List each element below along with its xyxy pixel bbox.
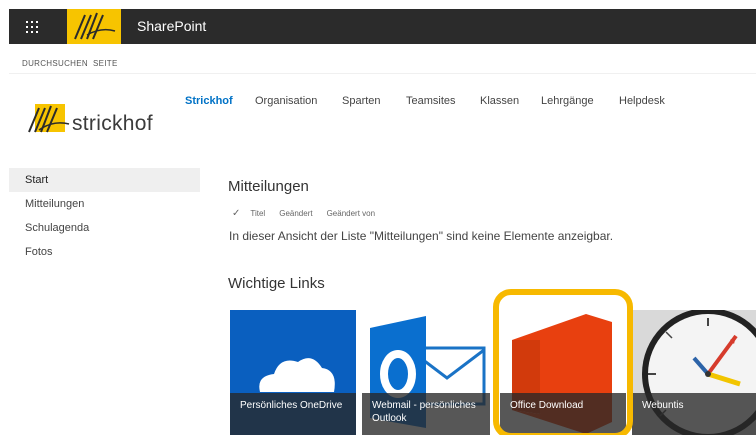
topnav-lehrgaenge[interactable]: Lehrgänge	[541, 95, 594, 107]
topnav-teamsites[interactable]: Teamsites	[406, 95, 456, 107]
list-header: ✓ Titel Geändert Geändert von	[232, 208, 389, 219]
topnav-organisation[interactable]: Organisation	[255, 95, 317, 107]
tile-webuntis[interactable]: Webuntis	[632, 310, 756, 435]
site-logo[interactable]: strickhof	[25, 98, 170, 138]
leftnav-start[interactable]: Start	[9, 168, 200, 192]
leftnav-schulagenda[interactable]: Schulagenda	[9, 216, 200, 240]
leftnav-fotos[interactable]: Fotos	[9, 240, 200, 264]
waffle-icon	[26, 20, 38, 33]
ribbon: DURCHSUCHEN SEITE	[9, 44, 756, 74]
strickhof-logo[interactable]	[67, 9, 121, 44]
tile-onedrive[interactable]: Persönliches OneDrive	[230, 310, 356, 435]
app-launcher-button[interactable]	[9, 9, 55, 44]
suite-bar: SharePoint	[9, 9, 756, 44]
tile-label: Webmail - persönliches Outlook	[362, 393, 490, 435]
check-icon[interactable]: ✓	[232, 208, 240, 219]
column-geaendert-von[interactable]: Geändert von	[327, 209, 375, 218]
tab-durchsuchen[interactable]: DURCHSUCHEN	[22, 59, 88, 68]
topnav-strickhof[interactable]: Strickhof	[185, 95, 233, 107]
leftnav-mitteilungen[interactable]: Mitteilungen	[9, 192, 200, 216]
site-logo-text: strickhof	[72, 112, 153, 135]
highlight-ring	[493, 289, 633, 435]
mitteilungen-title[interactable]: Mitteilungen	[228, 178, 309, 195]
wichtige-links-title: Wichtige Links	[228, 275, 325, 292]
empty-list-message: In dieser Ansicht der Liste "Mitteilunge…	[229, 229, 614, 243]
quick-launch: Start Mitteilungen Schulagenda Fotos	[9, 168, 200, 264]
tile-webmail[interactable]: Webmail - persönliches Outlook	[362, 310, 490, 435]
column-titel[interactable]: Titel	[250, 209, 265, 218]
tile-label: Persönliches OneDrive	[230, 393, 356, 435]
topnav-klassen[interactable]: Klassen	[480, 95, 519, 107]
strickhof-logo-mark	[28, 104, 70, 133]
app-title[interactable]: SharePoint	[137, 18, 206, 34]
topnav-helpdesk[interactable]: Helpdesk	[619, 95, 665, 107]
topnav-sparten[interactable]: Sparten	[342, 95, 381, 107]
tile-label: Webuntis	[632, 393, 756, 435]
tab-seite[interactable]: SEITE	[93, 59, 118, 68]
column-geaendert[interactable]: Geändert	[279, 209, 312, 218]
